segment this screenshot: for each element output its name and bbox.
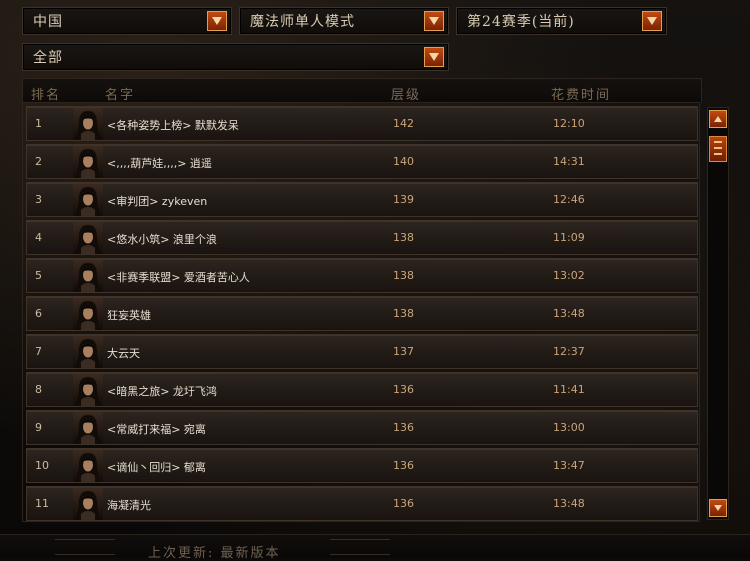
row-player-name: <暗黑之旅> 龙圩飞鸿 [107, 385, 217, 398]
column-level[interactable]: 层级 [391, 84, 421, 103]
row-player-name: <,,,,葫芦娃,,,,> 逍遥 [107, 157, 212, 170]
row-rank: 4 [35, 231, 42, 244]
row-rank: 7 [35, 345, 42, 358]
leaderboard-row[interactable]: 2 <,,,,葫芦娃,,,,> 逍遥 140 14:31 [26, 144, 698, 179]
chevron-down-icon[interactable] [207, 11, 227, 31]
row-time: 11:09 [553, 231, 585, 244]
row-rank: 6 [35, 307, 42, 320]
hero-portrait-icon [73, 184, 103, 216]
season-dropdown[interactable]: 第24赛季(当前) [456, 7, 667, 35]
last-update-text: 上次更新: 最新版本 [148, 546, 281, 561]
row-level: 140 [393, 155, 414, 168]
mode-value: 魔法师单人模式 [250, 14, 355, 30]
row-level: 136 [393, 421, 414, 434]
row-level: 142 [393, 117, 414, 130]
scrollbar-thumb[interactable] [709, 136, 727, 162]
row-player-name: 海凝清光 [107, 499, 151, 512]
row-player-name: 大云天 [107, 347, 140, 360]
row-player-name: 狂妄英雄 [107, 309, 151, 322]
leaderboard-row[interactable]: 6 狂妄英雄 138 13:48 [26, 296, 698, 331]
hero-portrait-icon [73, 108, 103, 140]
leaderboard-header: 排名 名字 层级 花费时间 [22, 78, 702, 103]
column-time[interactable]: 花费时间 [551, 84, 611, 103]
row-rank: 8 [35, 383, 42, 396]
row-time: 12:10 [553, 117, 585, 130]
chevron-down-icon[interactable] [424, 47, 444, 67]
leaderboard-row[interactable]: 4 <悠水小筑> 浪里个浪 138 11:09 [26, 220, 698, 255]
leaderboard-row[interactable]: 11 海凝清光 136 13:48 [26, 486, 698, 521]
row-rank: 9 [35, 421, 42, 434]
footer-bar: 上次更新: 最新版本 [0, 534, 750, 561]
hero-portrait-icon [73, 374, 103, 406]
leaderboard-row[interactable]: 10 <谪仙丶回归> 郁离 136 13:47 [26, 448, 698, 483]
region-value: 中国 [33, 14, 63, 30]
hero-portrait-icon [73, 336, 103, 368]
hero-portrait-icon [73, 450, 103, 482]
row-player-name: <谪仙丶回归> 郁离 [107, 461, 206, 474]
row-time: 12:37 [553, 345, 585, 358]
row-time: 14:31 [553, 155, 585, 168]
hero-portrait-icon [73, 488, 103, 520]
row-player-name: <非赛季联盟> 爱酒者苦心人 [107, 271, 250, 284]
arrow-down-icon[interactable] [709, 499, 727, 517]
arrow-up-icon[interactable] [709, 110, 727, 128]
chevron-down-icon[interactable] [642, 11, 662, 31]
row-rank: 10 [35, 459, 49, 472]
row-time: 13:02 [553, 269, 585, 282]
row-level: 136 [393, 383, 414, 396]
row-time: 11:41 [553, 383, 585, 396]
row-level: 138 [393, 307, 414, 320]
row-time: 13:47 [553, 459, 585, 472]
row-rank: 5 [35, 269, 42, 282]
hero-portrait-icon [73, 146, 103, 178]
row-level: 136 [393, 497, 414, 510]
row-level: 139 [393, 193, 414, 206]
mode-dropdown[interactable]: 魔法师单人模式 [239, 7, 449, 35]
row-player-name: <各种姿势上榜> 默默发呆 [107, 119, 239, 132]
row-player-name: <常威打来福> 宛离 [107, 423, 206, 436]
column-name[interactable]: 名字 [105, 84, 135, 103]
column-rank[interactable]: 排名 [31, 84, 61, 103]
row-level: 138 [393, 269, 414, 282]
row-player-name: <审判团> zykeven [107, 195, 208, 208]
row-level: 138 [393, 231, 414, 244]
row-rank: 3 [35, 193, 42, 206]
hero-portrait-icon [73, 412, 103, 444]
chevron-down-icon[interactable] [424, 11, 444, 31]
hero-portrait-icon [73, 222, 103, 254]
row-level: 137 [393, 345, 414, 358]
category-value: 全部 [33, 50, 63, 66]
row-rank: 2 [35, 155, 42, 168]
row-time: 12:46 [553, 193, 585, 206]
region-dropdown[interactable]: 中国 [22, 7, 232, 35]
leaderboard-row[interactable]: 8 <暗黑之旅> 龙圩飞鸿 136 11:41 [26, 372, 698, 407]
leaderboard-row[interactable]: 7 大云天 137 12:37 [26, 334, 698, 369]
footer-ornament-left [55, 539, 115, 555]
season-value: 第24赛季(当前) [467, 14, 575, 30]
leaderboard-list: 1 <各种姿势上榜> 默默发呆 142 12:10 2 <,,,,葫芦娃,,,,> 逍遥 1… [22, 102, 700, 522]
row-time: 13:48 [553, 497, 585, 510]
category-dropdown[interactable]: 全部 [22, 43, 449, 71]
leaderboard-row[interactable]: 1 <各种姿势上榜> 默默发呆 142 12:10 [26, 106, 698, 141]
leaderboard-row[interactable]: 3 <审判团> zykeven 139 12:46 [26, 182, 698, 217]
footer-ornament-right [330, 539, 390, 555]
scrollbar[interactable] [707, 107, 729, 520]
row-rank: 11 [35, 497, 49, 510]
row-time: 13:48 [553, 307, 585, 320]
row-rank: 1 [35, 117, 42, 130]
leaderboard-row[interactable]: 9 <常威打来福> 宛离 136 13:00 [26, 410, 698, 445]
row-time: 13:00 [553, 421, 585, 434]
row-level: 136 [393, 459, 414, 472]
hero-portrait-icon [73, 260, 103, 292]
hero-portrait-icon [73, 298, 103, 330]
row-player-name: <悠水小筑> 浪里个浪 [107, 233, 217, 246]
leaderboard-row[interactable]: 5 <非赛季联盟> 爱酒者苦心人 138 13:02 [26, 258, 698, 293]
